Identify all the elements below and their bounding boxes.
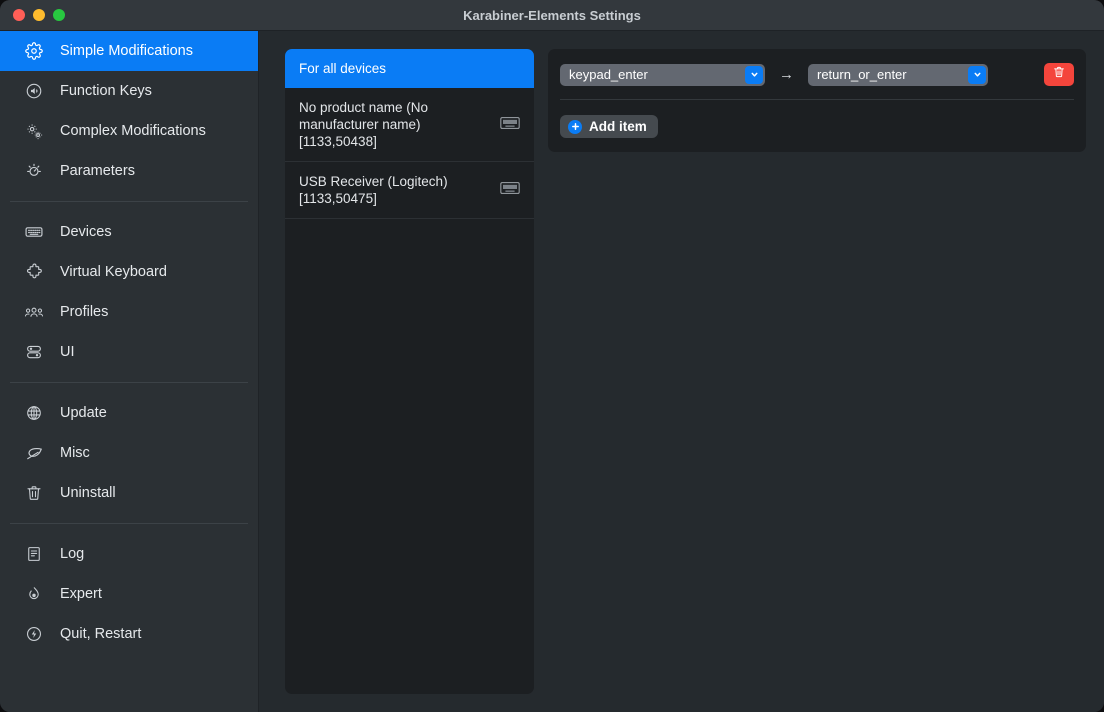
- zoom-button[interactable]: [53, 9, 65, 21]
- add-item-row: Add item: [560, 100, 1074, 138]
- trash-icon: [1052, 65, 1066, 84]
- from-key-select[interactable]: keypad_enter: [560, 64, 765, 86]
- rules-area: keypad_enter → return_or_enter: [548, 49, 1086, 694]
- sidebar-item-label: Complex Modifications: [60, 124, 206, 139]
- window-title: Karabiner-Elements Settings: [0, 0, 1104, 30]
- device-row-usb-receiver[interactable]: USB Receiver (Logitech) [1133,50475]: [285, 162, 534, 219]
- keyboard-icon: [500, 181, 520, 199]
- device-row-no-product-name[interactable]: No product name (No manufacturer name) […: [285, 88, 534, 162]
- sidebar-item-label: Expert: [60, 587, 102, 602]
- parameters-dial-icon: [24, 161, 44, 181]
- sidebar-group-tools: Log Expert: [0, 534, 258, 654]
- device-list-panel: For all devices No product name (No manu…: [285, 49, 534, 694]
- plus-circle-icon: [568, 120, 582, 134]
- sidebar-item-parameters[interactable]: Parameters: [0, 151, 258, 191]
- device-label: For all devices: [299, 60, 520, 77]
- sidebar-item-function-keys[interactable]: Function Keys: [0, 71, 258, 111]
- globe-icon: [24, 403, 44, 423]
- device-row-all-devices[interactable]: For all devices: [285, 49, 534, 88]
- sidebar-group-primary: Simple Modifications Function Keys: [0, 31, 258, 191]
- chevron-down-icon[interactable]: [968, 66, 986, 84]
- sidebar-item-label: Parameters: [60, 164, 135, 179]
- sidebar-item-label: Misc: [60, 446, 90, 461]
- sidebar-divider-3: [10, 523, 248, 524]
- sidebar-item-label: Log: [60, 547, 84, 562]
- sidebar-divider-1: [10, 201, 248, 202]
- traffic-lights: [0, 9, 65, 21]
- device-label: USB Receiver (Logitech) [1133,50475]: [299, 173, 492, 207]
- sidebar-item-label: Quit, Restart: [60, 627, 141, 642]
- sidebar-item-label: Uninstall: [60, 486, 116, 501]
- sidebar-item-expert[interactable]: Expert: [0, 574, 258, 614]
- gear-icon: [24, 41, 44, 61]
- sidebar-group-devices: Devices Virtual Keyboard: [0, 212, 258, 372]
- sidebar-item-label: Devices: [60, 225, 112, 240]
- sidebar-item-label: Update: [60, 406, 107, 421]
- flame-icon: [24, 584, 44, 604]
- sidebar-item-devices[interactable]: Devices: [0, 212, 258, 252]
- sidebar-item-simple-modifications[interactable]: Simple Modifications: [0, 31, 258, 71]
- to-key-select[interactable]: return_or_enter: [808, 64, 988, 86]
- sidebar-item-label: Virtual Keyboard: [60, 265, 167, 280]
- trash-icon: [24, 483, 44, 503]
- to-key-value: return_or_enter: [817, 67, 907, 82]
- sidebar-item-label: Profiles: [60, 305, 108, 320]
- sidebar-group-maintenance: Update Misc: [0, 393, 258, 513]
- rules-panel: keypad_enter → return_or_enter: [548, 49, 1086, 152]
- sidebar-item-log[interactable]: Log: [0, 534, 258, 574]
- window-body: Simple Modifications Function Keys: [0, 31, 1104, 712]
- sidebar-item-update[interactable]: Update: [0, 393, 258, 433]
- sidebar-item-virtual-keyboard[interactable]: Virtual Keyboard: [0, 252, 258, 292]
- add-item-button[interactable]: Add item: [560, 115, 658, 138]
- sidebar-item-label: Simple Modifications: [60, 44, 193, 59]
- sidebar-item-label: Function Keys: [60, 84, 152, 99]
- function-keys-icon: [24, 81, 44, 101]
- title-bar: Karabiner-Elements Settings: [0, 0, 1104, 31]
- sidebar-item-profiles[interactable]: Profiles: [0, 292, 258, 332]
- sidebar: Simple Modifications Function Keys: [0, 31, 259, 712]
- keyboard-icon: [500, 116, 520, 134]
- sidebar-item-misc[interactable]: Misc: [0, 433, 258, 473]
- minimize-button[interactable]: [33, 9, 45, 21]
- sidebar-divider-2: [10, 382, 248, 383]
- delete-rule-button[interactable]: [1044, 63, 1074, 86]
- sidebar-item-quit-restart[interactable]: Quit, Restart: [0, 614, 258, 654]
- people-icon: [24, 302, 44, 322]
- document-icon: [24, 544, 44, 564]
- chevron-down-icon[interactable]: [745, 66, 763, 84]
- arrow-icon: →: [777, 67, 796, 82]
- sidebar-item-complex-modifications[interactable]: Complex Modifications: [0, 111, 258, 151]
- main-content: For all devices No product name (No manu…: [259, 31, 1104, 712]
- keyboard-icon: [24, 222, 44, 242]
- sidebar-item-label: UI: [60, 345, 75, 360]
- add-item-label: Add item: [589, 119, 647, 134]
- sidebar-item-uninstall[interactable]: Uninstall: [0, 473, 258, 513]
- device-label: No product name (No manufacturer name) […: [299, 99, 492, 150]
- app-window: Karabiner-Elements Settings Simple Modif…: [0, 0, 1104, 712]
- power-icon: [24, 624, 44, 644]
- rule-row: keypad_enter → return_or_enter: [560, 63, 1074, 100]
- sidebar-item-ui[interactable]: UI: [0, 332, 258, 372]
- leaf-icon: [24, 443, 44, 463]
- from-key-value: keypad_enter: [569, 67, 648, 82]
- puzzle-icon: [24, 262, 44, 282]
- close-button[interactable]: [13, 9, 25, 21]
- toggle-icon: [24, 342, 44, 362]
- double-gear-icon: [24, 121, 44, 141]
